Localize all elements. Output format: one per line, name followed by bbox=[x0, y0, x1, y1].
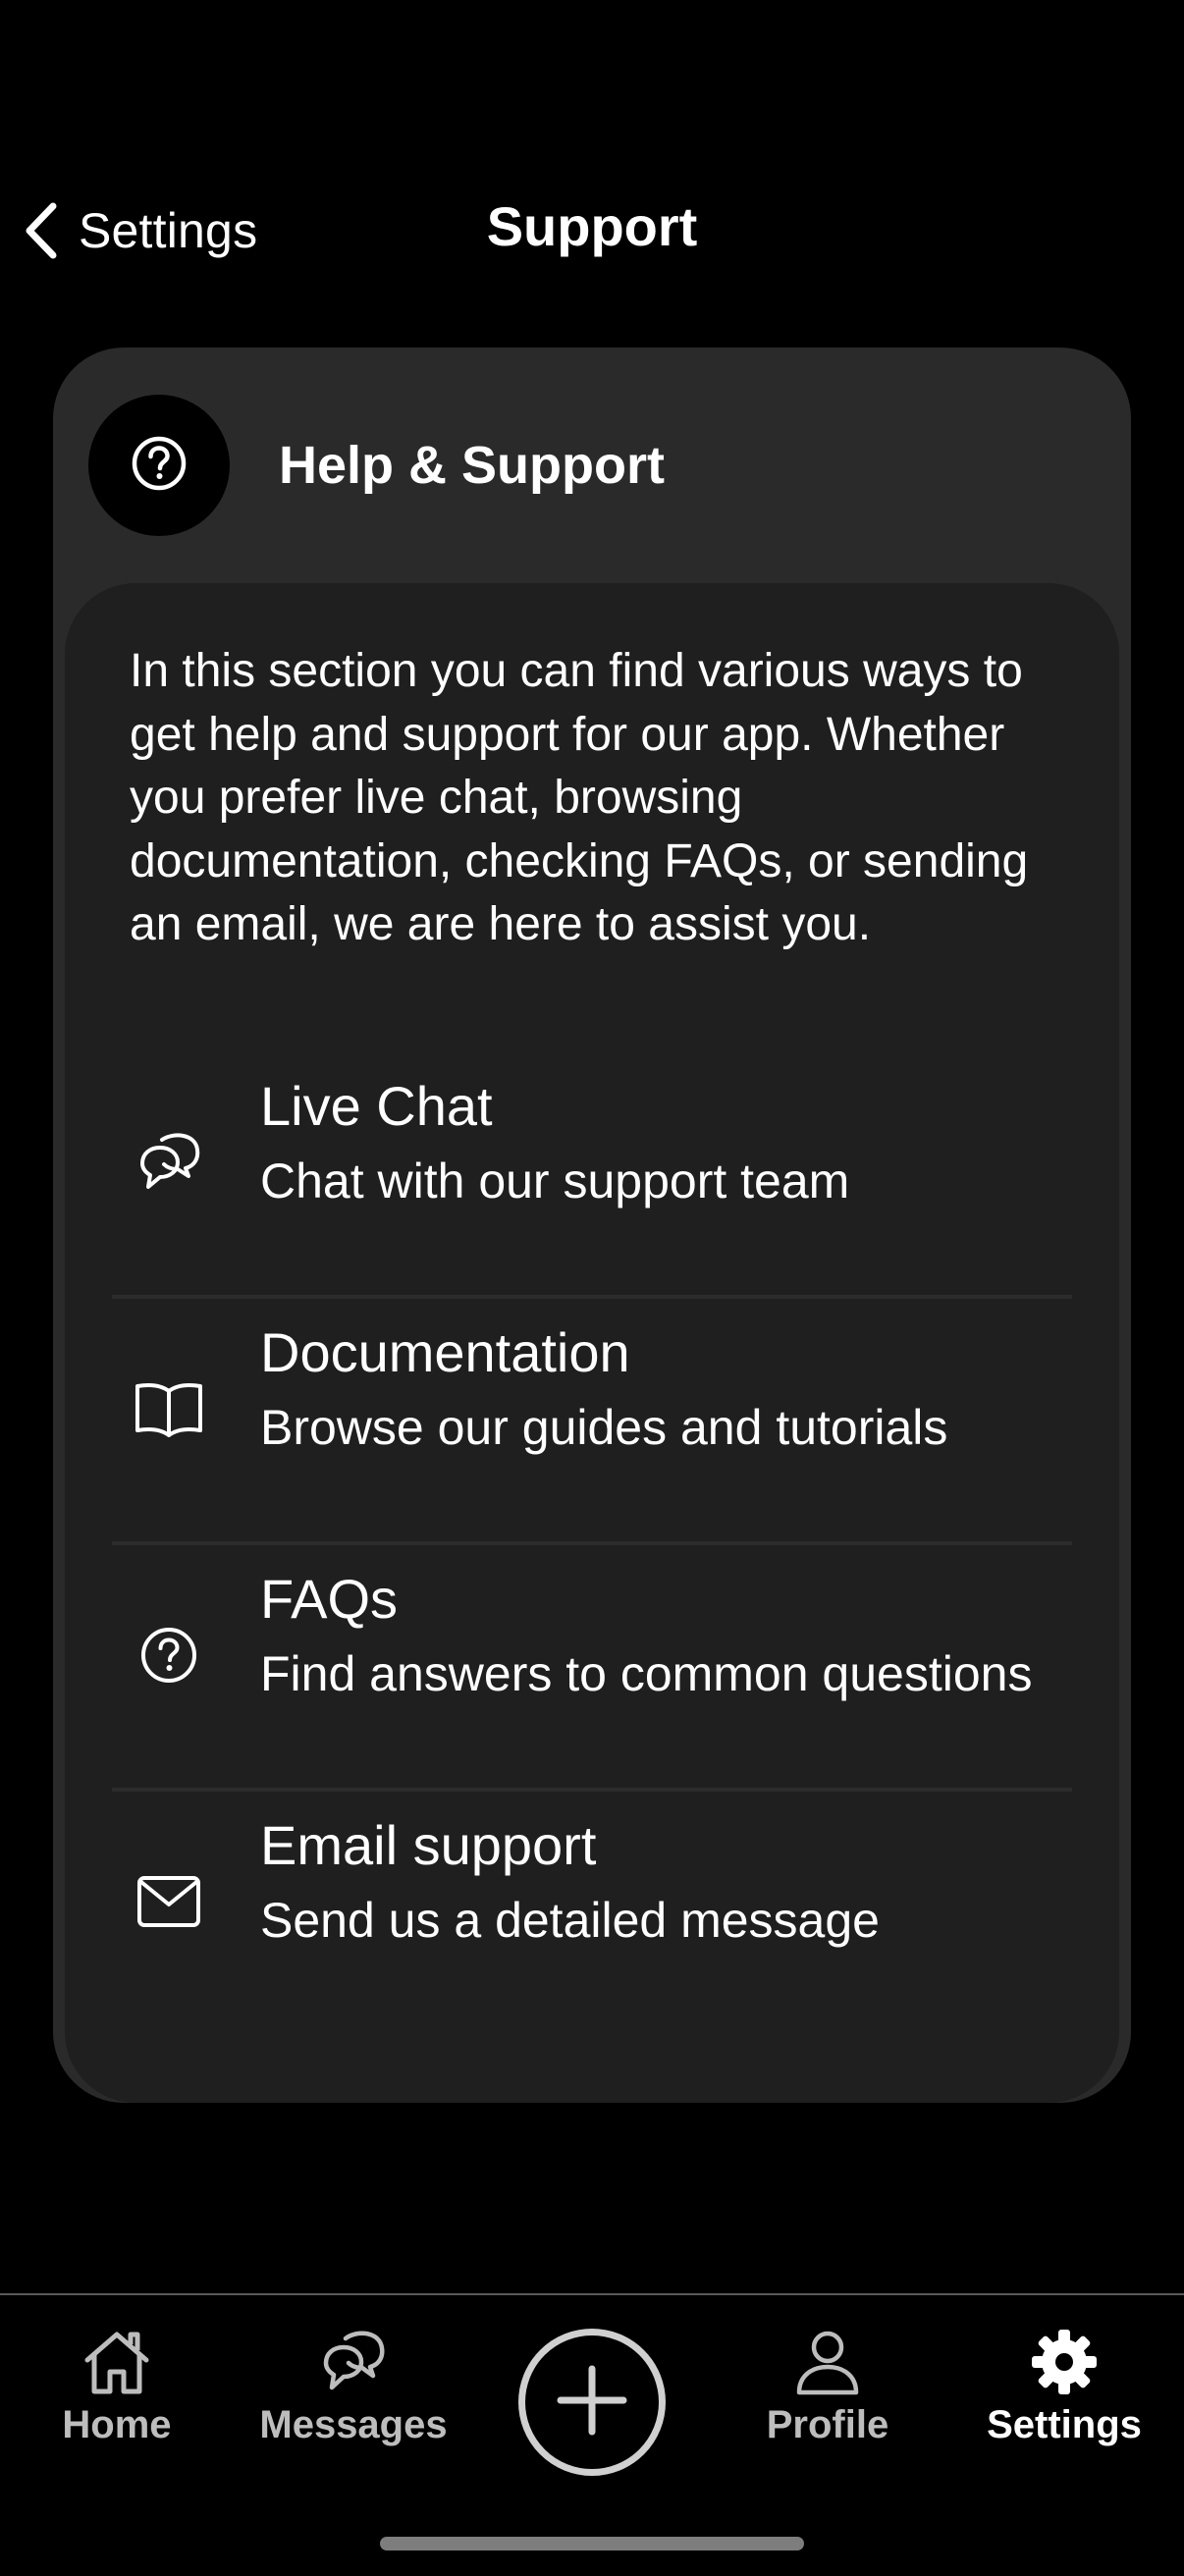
card-title: Help & Support bbox=[279, 436, 665, 495]
tab-profile[interactable]: Profile bbox=[720, 2327, 936, 2474]
tab-settings[interactable]: Settings bbox=[956, 2327, 1172, 2474]
documentation-option[interactable]: Documentation Browse our guides and tuto… bbox=[65, 1299, 1119, 1545]
email-support-option[interactable]: Email support Send us a detailed message bbox=[65, 1792, 1119, 2038]
option-subtitle: Find answers to common questions bbox=[260, 1646, 1033, 1701]
tab-label: Profile bbox=[766, 2403, 889, 2446]
option-subtitle: Send us a detailed message bbox=[260, 1893, 880, 1948]
question-circle-icon bbox=[130, 434, 188, 498]
option-subtitle: Chat with our support team bbox=[260, 1154, 850, 1208]
option-title: Documentation bbox=[260, 1321, 630, 1383]
tab-home[interactable]: Home bbox=[9, 2327, 225, 2474]
support-options-list: Live Chat Chat with our support team Doc… bbox=[65, 1052, 1119, 2038]
option-title: Live Chat bbox=[260, 1075, 493, 1137]
tab-bar: Home Messages Profile Settings bbox=[0, 2293, 1184, 2576]
chat-bubbles-icon bbox=[134, 1127, 204, 1198]
help-icon-badge bbox=[88, 395, 230, 536]
tab-messages[interactable]: Messages bbox=[245, 2327, 461, 2474]
support-options-panel: In this section you can find various way… bbox=[65, 583, 1119, 2103]
home-indicator[interactable] bbox=[380, 2537, 804, 2550]
tab-label: Settings bbox=[987, 2403, 1142, 2446]
question-circle-icon bbox=[134, 1620, 204, 1690]
person-icon bbox=[792, 2327, 863, 2397]
option-subtitle: Browse our guides and tutorials bbox=[260, 1400, 948, 1455]
plus-icon bbox=[555, 2363, 629, 2442]
help-support-card: Help & Support In this section you can f… bbox=[53, 348, 1131, 2103]
home-icon bbox=[81, 2327, 152, 2397]
tab-label: Messages bbox=[259, 2403, 448, 2446]
gear-icon bbox=[1029, 2327, 1100, 2397]
option-title: FAQs bbox=[260, 1568, 399, 1630]
intro-text: In this section you can find various way… bbox=[130, 645, 1029, 950]
chat-bubbles-icon bbox=[318, 2327, 389, 2397]
live-chat-option[interactable]: Live Chat Chat with our support team bbox=[65, 1052, 1119, 1299]
option-title: Email support bbox=[260, 1814, 597, 1876]
envelope-icon bbox=[134, 1866, 204, 1937]
navigation-header: Settings Support bbox=[0, 177, 1184, 285]
add-button[interactable] bbox=[518, 2329, 666, 2476]
tab-label: Home bbox=[62, 2403, 172, 2446]
card-header: Help & Support bbox=[88, 395, 665, 536]
book-icon bbox=[134, 1373, 204, 1444]
page-title: Support bbox=[486, 195, 698, 257]
faqs-option[interactable]: FAQs Find answers to common questions bbox=[65, 1545, 1119, 1792]
